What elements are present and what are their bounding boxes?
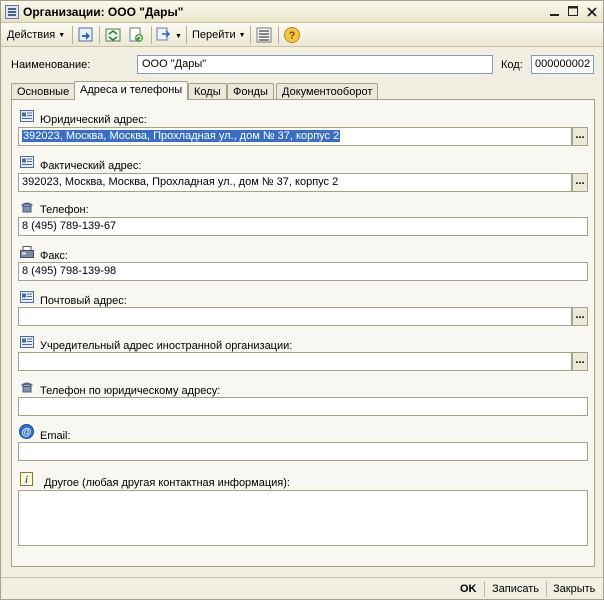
organization-window: Организации: ООО "Дары" Действия ▼ ▼ Пер…	[0, 0, 604, 600]
command-separator	[546, 581, 547, 597]
name-label: Наименование:	[11, 59, 91, 71]
tab-funds[interactable]: Фонды	[227, 83, 274, 100]
toolbar-separator	[186, 26, 187, 44]
email-label: Email:	[40, 430, 71, 442]
info-note-icon: i	[20, 472, 33, 486]
maximize-button[interactable]	[565, 4, 581, 20]
close-icon	[587, 7, 597, 17]
command-separator	[484, 581, 485, 597]
actual-address-label: Фактический адрес:	[40, 160, 142, 172]
address-card-icon	[20, 156, 34, 168]
toolbar-separator	[72, 26, 73, 44]
tab-main[interactable]: Основные	[11, 83, 76, 100]
foreign-address-select-button[interactable]: ...	[572, 352, 588, 371]
minimize-button[interactable]	[547, 4, 563, 20]
title-bar[interactable]: Организации: ООО "Дары"	[1, 1, 603, 23]
close-window-button[interactable]	[584, 4, 600, 20]
svg-text:i: i	[25, 475, 28, 486]
telephone-icon	[21, 202, 33, 213]
svg-text:?: ?	[289, 30, 296, 42]
foreign-address-label: Учредительный адрес иностранной организа…	[40, 340, 293, 352]
toolbar-separator	[99, 26, 100, 44]
legal-address-select-button[interactable]: ...	[572, 127, 588, 146]
form-command-bar: OK Записать Закрыть	[1, 577, 603, 599]
svg-text:@: @	[22, 427, 32, 438]
postal-address-select-button[interactable]: ...	[572, 307, 588, 326]
tab-addresses-phones[interactable]: Адреса и телефоны	[74, 81, 189, 100]
legal-phone-input[interactable]	[18, 397, 588, 416]
maximize-icon	[567, 6, 578, 16]
toolbar: Действия ▼ ▼ Перейти ▼ ?	[1, 23, 603, 47]
address-card-icon	[20, 110, 34, 122]
legal-phone-label: Телефон по юридическому адресу:	[40, 385, 221, 397]
close-button[interactable]: Закрыть	[553, 581, 595, 597]
ok-button[interactable]: OK	[460, 581, 477, 597]
email-input[interactable]	[18, 442, 588, 461]
address-card-icon	[20, 291, 34, 303]
based-on-icon	[156, 27, 171, 41]
legal-address-input[interactable]: 392023, Москва, Москва, Прохладная ул., …	[18, 127, 572, 146]
actions-menu-label: Действия	[7, 29, 56, 41]
fax-label: Факс:	[40, 250, 68, 262]
dropdown-arrow-icon: ▼	[175, 33, 182, 40]
based-on-button[interactable]: ▼	[156, 26, 182, 44]
goto-menu-button[interactable]: Перейти ▼	[192, 26, 246, 44]
foreign-address-input[interactable]	[18, 352, 572, 371]
email-at-icon: @	[19, 424, 34, 439]
phone-label: Телефон:	[40, 204, 89, 216]
other-info-textarea[interactable]	[18, 490, 588, 546]
goto-menu-label: Перейти	[192, 29, 236, 41]
help-icon[interactable]: ?	[283, 26, 301, 44]
fax-icon	[20, 246, 34, 258]
legal-address-value: 392023, Москва, Москва, Прохладная ул., …	[22, 130, 341, 142]
code-input[interactable]: 000000002	[531, 55, 594, 74]
structure-icon[interactable]	[255, 26, 273, 44]
name-input[interactable]: ООО "Дары"	[137, 55, 493, 74]
postal-address-label: Почтовый адрес:	[40, 295, 127, 307]
actual-address-input[interactable]: 392023, Москва, Москва, Прохладная ул., …	[18, 173, 572, 192]
address-card-icon	[20, 336, 34, 348]
minimize-icon	[550, 14, 559, 16]
save-button[interactable]: Записать	[492, 581, 539, 597]
save-and-close-icon[interactable]	[77, 26, 95, 44]
addresses-panel: Юридический адрес: 392023, Москва, Москв…	[11, 99, 595, 567]
toolbar-separator	[151, 26, 152, 44]
dropdown-arrow-icon: ▼	[58, 32, 66, 39]
telephone-icon	[21, 382, 33, 393]
tab-codes[interactable]: Коды	[188, 83, 227, 100]
tab-document-flow[interactable]: Документооборот	[276, 83, 379, 100]
window-title: Организации: ООО "Дары"	[23, 5, 184, 19]
toolbar-separator	[250, 26, 251, 44]
reread-icon[interactable]	[104, 26, 122, 44]
copy-refresh-icon[interactable]	[127, 26, 145, 44]
toolbar-separator	[278, 26, 279, 44]
dropdown-arrow-icon: ▼	[238, 32, 246, 39]
other-info-label: Другое (любая другая контактная информац…	[44, 477, 290, 489]
actual-address-select-button[interactable]: ...	[572, 173, 588, 192]
postal-address-input[interactable]	[18, 307, 572, 326]
form-icon	[5, 5, 19, 19]
fax-input[interactable]: 8 (495) 798-139-98	[18, 262, 588, 281]
legal-address-label: Юридический адрес:	[40, 114, 147, 126]
actions-menu-button[interactable]: Действия ▼	[7, 26, 65, 44]
phone-input[interactable]: 8 (495) 789-139-67	[18, 217, 588, 236]
code-label: Код:	[501, 59, 523, 71]
